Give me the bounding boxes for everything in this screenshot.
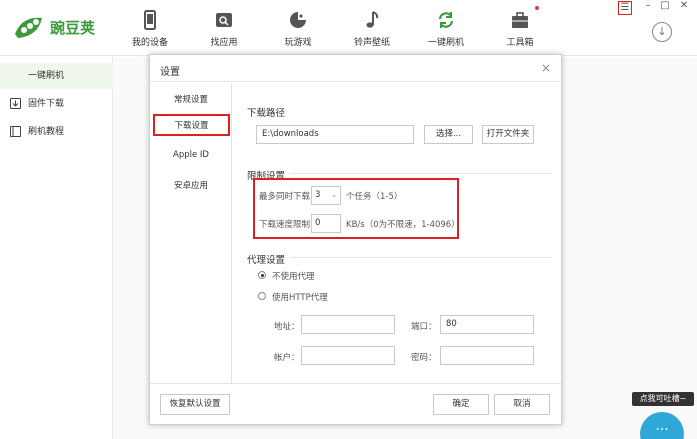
sidebar-item-label: 刷机教程 — [28, 127, 65, 137]
nav-label: 一键刷机 — [427, 38, 464, 48]
open-folder-button[interactable]: 打开文件夹 — [482, 125, 534, 144]
dialog-header: 设置 × — [150, 55, 561, 82]
cancel-button[interactable]: 取消 — [494, 394, 550, 415]
nav-label: 铃声壁纸 — [353, 38, 390, 48]
settings-tabs: 常规设置 下载设置 Apple ID 安卓应用 — [150, 83, 232, 383]
download-path-field[interactable]: E:\downloads — [256, 125, 414, 144]
download-path-title: 下载路径 — [247, 108, 286, 119]
menu-icon[interactable]: ☰ — [618, 1, 632, 15]
nav-my-device[interactable]: 我的设备 — [120, 10, 180, 50]
password-field[interactable] — [440, 346, 534, 365]
refresh-icon — [438, 12, 454, 28]
settings-dialog: 设置 × 常规设置 下载设置 Apple ID 安卓应用 下载路径 E:\dow… — [149, 54, 562, 425]
minimize-icon[interactable]: – — [641, 0, 655, 14]
nav-label: 工具箱 — [506, 38, 534, 48]
sidebar-item-label: 一键刷机 — [28, 71, 65, 81]
sidebar-item-one-click-flash[interactable]: 一键刷机 — [0, 63, 113, 89]
password-label: 密码： — [411, 353, 437, 363]
address-field[interactable] — [301, 315, 395, 334]
dialog-title: 设置 — [160, 67, 180, 78]
sidebar-item-label: 固件下载 — [28, 99, 65, 109]
account-field[interactable] — [301, 346, 395, 365]
phone-icon — [144, 10, 156, 30]
top-bar: 豌豆荚 我的设备 找应用 玩游戏 铃声壁纸 一键刷机 工具箱 ☰ – □ ✕ ↓ — [0, 0, 697, 56]
tab-android-apps[interactable]: 安卓应用 — [150, 179, 232, 191]
nav-games[interactable]: 玩游戏 — [268, 10, 328, 50]
max-tasks-value: 3 — [315, 190, 321, 200]
speed-limit-unit: KB/s（0为不限速，1-4096） — [346, 220, 460, 230]
nav-one-click-flash[interactable]: 一键刷机 — [416, 10, 476, 50]
speed-limit-label: 下载速度限制 — [259, 220, 311, 230]
app-name: 豌豆荚 — [50, 18, 96, 37]
feedback-tooltip: 点我可吐槽~ — [632, 392, 694, 406]
download-manager-icon[interactable]: ↓ — [652, 22, 672, 42]
nav-label: 我的设备 — [131, 38, 168, 48]
http-proxy-radio[interactable] — [258, 292, 266, 300]
restore-defaults-button[interactable]: 恢复默认设置 — [160, 394, 230, 415]
tab-apple-id[interactable]: Apple ID — [150, 150, 232, 160]
nav-label: 玩游戏 — [284, 38, 312, 48]
download-icon — [10, 98, 21, 109]
section-divider — [290, 257, 552, 258]
music-note-icon — [366, 11, 379, 28]
gamepad-icon — [290, 12, 306, 28]
notification-dot — [535, 6, 539, 10]
port-field[interactable]: 80 — [440, 315, 534, 334]
sidebar-item-flash-tutorial[interactable]: 刷机教程 — [0, 119, 113, 145]
section-divider — [290, 173, 552, 174]
port-label: 端口： — [411, 322, 437, 332]
dialog-close-icon[interactable]: × — [541, 61, 551, 75]
choose-path-button[interactable]: 选择... — [424, 125, 473, 144]
sidebar-item-firmware-download[interactable]: 固件下载 — [0, 91, 113, 117]
account-label: 帐户： — [274, 353, 300, 363]
no-proxy-label[interactable]: 不使用代理 — [272, 270, 315, 282]
nav-label: 找应用 — [210, 38, 238, 48]
no-proxy-radio[interactable] — [258, 271, 266, 279]
nav-find-apps[interactable]: 找应用 — [194, 10, 254, 50]
app-store-icon — [216, 13, 232, 27]
close-icon[interactable]: ✕ — [677, 0, 691, 14]
chevron-down-icon: ⌄ — [331, 191, 337, 199]
max-tasks-select[interactable]: 3 ⌄ — [311, 186, 341, 205]
max-tasks-label: 最多同时下载 — [259, 192, 311, 202]
ok-button[interactable]: 确定 — [433, 394, 489, 415]
nav-toolbox[interactable]: 工具箱 — [490, 6, 550, 50]
nav-ringtones[interactable]: 铃声壁纸 — [342, 10, 402, 50]
tab-general-settings[interactable]: 常规设置 — [150, 93, 232, 105]
http-proxy-label[interactable]: 使用HTTP代理 — [272, 291, 328, 303]
address-label: 地址： — [274, 322, 300, 332]
pea-pod-logo-icon — [15, 17, 42, 38]
max-tasks-unit: 个任务（1-5） — [346, 192, 403, 202]
tab-download-settings[interactable]: 下载设置 — [153, 114, 230, 136]
sidebar: 一键刷机 固件下载 刷机教程 — [0, 57, 113, 439]
book-icon — [10, 126, 21, 137]
toolbox-icon — [512, 12, 528, 28]
app-logo[interactable]: 豌豆荚 — [12, 12, 95, 42]
maximize-icon[interactable]: □ — [658, 0, 672, 14]
speed-limit-field[interactable]: 0 — [311, 214, 341, 233]
proxy-settings-title: 代理设置 — [247, 255, 286, 266]
